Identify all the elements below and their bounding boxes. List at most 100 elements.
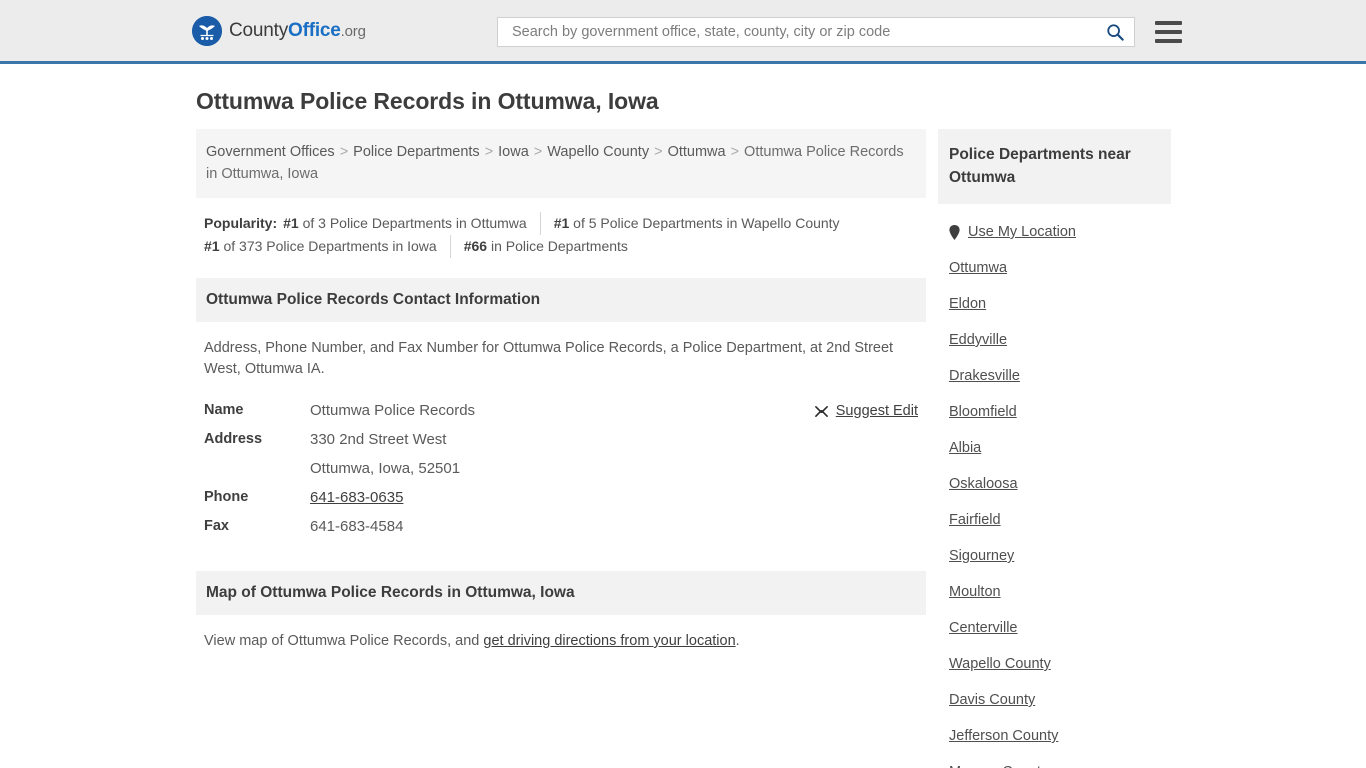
popularity-text-3: in Police Departments [487,238,628,254]
popularity-text-1: of 5 Police Departments in Wapello Count… [569,215,840,231]
sidebar-link[interactable]: Oskaloosa [949,476,1018,492]
driving-directions-link[interactable]: get driving directions from your locatio… [483,633,735,649]
contact-row-name: Name Ottumwa Police Records [204,402,918,419]
pencil-edit-icon [814,405,828,417]
logo-text-county: County [229,19,289,41]
hamburger-bar-1 [1155,21,1182,25]
sidebar-item-drakesville[interactable]: Drakesville [949,368,1171,384]
popularity-text-0: of 3 Police Departments in Ottumwa [298,215,527,231]
contact-key-empty [204,460,310,477]
popularity-label: Popularity: [204,215,278,231]
contact-value-address-line1: 330 2nd Street West [310,431,447,448]
site-logo[interactable]: CountyOffice.org [192,15,366,46]
contact-section-description: Address, Phone Number, and Fax Number fo… [204,340,894,377]
breadcrumb-item-1[interactable]: Police Departments [353,144,480,160]
map-section-heading: Map of Ottumwa Police Records in Ottumwa… [196,571,926,615]
hamburger-bar-3 [1155,39,1182,43]
use-my-location-label[interactable]: Use My Location [968,224,1076,240]
sidebar-link[interactable]: Davis County [949,692,1035,708]
sidebar-item-centerville[interactable]: Centerville [949,620,1171,636]
map-section-description: View map of Ottumwa Police Records, and … [196,631,926,652]
popularity-item-2: #1 of 373 Police Departments in Iowa [204,235,450,258]
sidebar-item-fairfield[interactable]: Fairfield [949,512,1171,528]
site-header: CountyOffice.org [0,0,1366,64]
contact-row-address-line2: Ottumwa, Iowa, 52501 [204,460,918,477]
sidebar-link[interactable]: Wapello County [949,656,1051,672]
sidebar-item-sigourney[interactable]: Sigourney [949,548,1171,564]
popularity-text-2: of 373 Police Departments in Iowa [219,238,437,254]
sidebar-link[interactable]: Albia [949,440,981,456]
sidebar-item-eldon[interactable]: Eldon [949,296,1171,312]
logo-wordmark: CountyOffice.org [229,20,366,42]
popularity-rank-1: #1 [553,215,570,231]
sidebar-item-moulton[interactable]: Moulton [949,584,1171,600]
sidebar-link[interactable]: Monroe County [949,764,1048,768]
popularity-item-1: #1 of 5 Police Departments in Wapello Co… [539,212,853,235]
breadcrumb: Government Offices > Police Departments > Io… [196,129,926,198]
breadcrumb-item-3[interactable]: Wapello County [547,144,649,160]
sidebar-item-wapello-county[interactable]: Wapello County [949,656,1171,672]
contact-value-name: Ottumwa Police Records [310,402,476,419]
sidebar-link[interactable]: Drakesville [949,368,1020,384]
popularity-rank-3: #66 [463,238,488,254]
sidebar-link[interactable]: Ottumwa [949,260,1007,276]
page-container: Ottumwa Police Records in Ottumwa, Iowa … [0,88,1366,768]
search-box[interactable] [497,17,1135,47]
contact-value-phone-wrap: 641-683-0635 [310,489,403,506]
contact-section-heading: Ottumwa Police Records Contact Informati… [196,278,926,322]
popularity-rank-0: #1 [283,215,299,231]
popularity-row: Popularity: #1 of 3 Police Departments in… [196,212,926,258]
contact-key-phone: Phone [204,489,249,505]
popularity-rank-2: #1 [204,238,220,254]
contact-row-fax: Fax 641-683-4584 [204,518,918,535]
sidebar-item-oskaloosa[interactable]: Oskaloosa [949,476,1171,492]
sidebar-link[interactable]: Sigourney [949,548,1014,564]
sidebar-item-monroe-county[interactable]: Monroe County [949,764,1171,768]
breadcrumb-separator: > [654,144,663,160]
popularity-item-0: #1 of 3 Police Departments in Ottumwa [283,212,540,235]
phone-link[interactable]: 641-683-0635 [310,489,403,506]
breadcrumb-separator: > [533,144,543,160]
suggest-edit-button[interactable]: Suggest Edit [814,403,918,419]
sidebar-item-eddyville[interactable]: Eddyville [949,332,1171,348]
hamburger-menu-icon[interactable] [1155,21,1182,43]
eagle-seal-icon [192,15,222,46]
map-pin-icon [949,224,960,240]
sidebar-item-use-my-location[interactable]: Use My Location [949,224,1171,240]
suggest-edit-label: Suggest Edit [835,403,918,419]
breadcrumb-item-0[interactable]: Government Offices [206,144,335,160]
header-search-zone [497,17,1182,47]
sidebar-link[interactable]: Bloomfield [949,404,1017,420]
sidebar-link[interactable]: Eldon [949,296,986,312]
sidebar-item-albia[interactable]: Albia [949,440,1171,456]
map-text-before: View map of Ottumwa Police Records, and [204,633,484,649]
sidebar-link[interactable]: Jefferson County [949,728,1058,744]
sidebar-link[interactable]: Moulton [949,584,1001,600]
content-columns: Government Offices > Police Departments > Io… [196,129,1174,768]
search-input[interactable] [510,23,1106,41]
sidebar-item-bloomfield[interactable]: Bloomfield [949,404,1171,420]
sidebar-link[interactable]: Centerville [949,620,1018,636]
sidebar-item-davis-county[interactable]: Davis County [949,692,1171,708]
sidebar-item-ottumwa[interactable]: Ottumwa [949,260,1171,276]
logo-text-org: .org [340,22,366,40]
hamburger-bar-2 [1155,30,1182,34]
sidebar-heading: Police Departments near Ottumwa [938,129,1171,204]
contact-value-fax: 641-683-4584 [310,518,404,535]
sidebar-item-jefferson-county[interactable]: Jefferson County [949,728,1171,744]
breadcrumb-separator: > [484,144,494,160]
breadcrumb-separator: > [730,144,740,160]
contact-details-table: Suggest Edit Name Ottumwa Police Records… [196,402,926,535]
sidebar-link[interactable]: Fairfield [949,512,1001,528]
breadcrumb-separator: > [339,144,349,160]
breadcrumb-item-4[interactable]: Ottumwa [668,144,726,160]
page-title: Ottumwa Police Records in Ottumwa, Iowa [196,88,659,114]
sidebar-link[interactable]: Eddyville [949,332,1007,348]
logo-text-office: Office [288,19,341,41]
contact-key-name: Name [204,402,244,418]
contact-row-phone: Phone 641-683-0635 [204,489,918,506]
sidebar: Police Departments near Ottumwa Use My L… [938,129,1171,768]
contact-value-address-line2: Ottumwa, Iowa, 52501 [310,460,461,477]
search-icon[interactable] [1106,23,1124,41]
breadcrumb-item-2[interactable]: Iowa [498,144,529,160]
